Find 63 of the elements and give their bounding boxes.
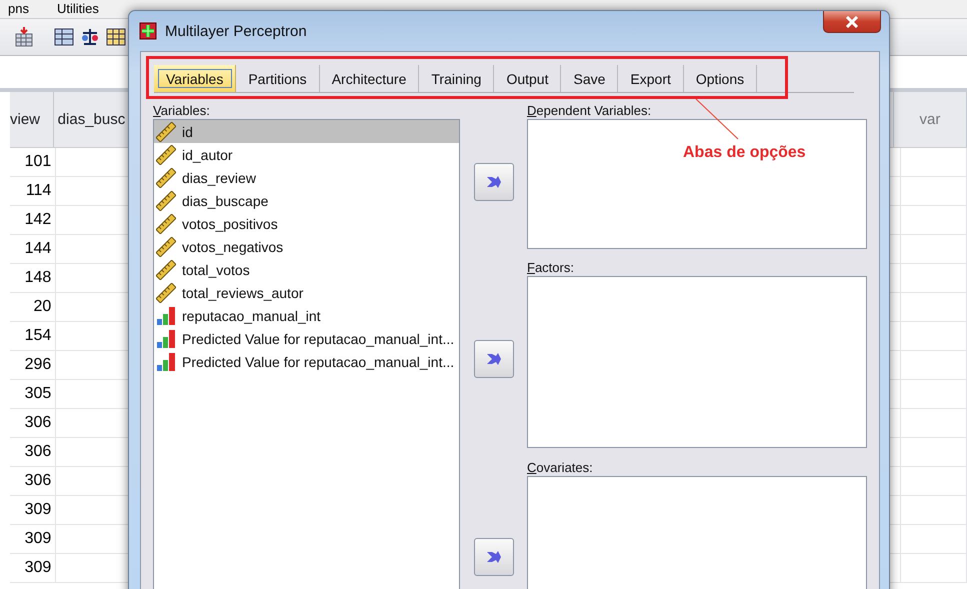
table-cell: 154 <box>10 322 56 350</box>
menu-item[interactable]: Utilities <box>56 0 99 18</box>
variable-item[interactable]: total_reviews_autor <box>154 281 459 304</box>
arrow-icon <box>486 175 502 189</box>
table-cell: 144 <box>10 235 56 263</box>
table-cell: 148 <box>10 264 56 292</box>
table-cell: 114 <box>10 177 56 205</box>
tab[interactable]: Save <box>561 65 618 92</box>
app-icon <box>139 22 157 40</box>
table-cell: 101 <box>10 148 56 176</box>
variable-list[interactable] <box>153 119 460 589</box>
table-cell: 306 <box>10 467 56 495</box>
variable-item[interactable]: dias_review <box>154 166 459 189</box>
tab[interactable]: Variables <box>154 65 236 92</box>
list-label: Covariates: <box>527 460 594 476</box>
annotation-label: Abas de opções <box>683 144 806 162</box>
list-label: Factors: <box>527 260 575 276</box>
variable-item[interactable]: id_autor <box>154 143 459 166</box>
variable-item[interactable]: votos_positivos <box>154 212 459 235</box>
arrow-icon <box>486 352 502 366</box>
tab[interactable]: Export <box>618 65 684 92</box>
table-icon[interactable] <box>54 27 74 47</box>
target-list[interactable] <box>527 119 867 249</box>
table-cell: 305 <box>10 380 56 408</box>
variable-item[interactable]: Predicted Value for reputacao_manual_int... <box>154 350 459 373</box>
variable-item[interactable]: id <box>154 120 459 143</box>
tab[interactable]: Partitions <box>236 65 320 92</box>
scales-icon[interactable] <box>80 27 100 47</box>
variable-item[interactable]: Predicted Value for reputacao_manual_int... <box>154 327 459 350</box>
bar-chart-icon <box>156 328 176 348</box>
variable-item[interactable]: dias_buscape <box>154 189 459 212</box>
leader-line <box>695 98 739 140</box>
bar-chart-icon <box>156 306 176 326</box>
tab[interactable]: Architecture <box>320 65 420 92</box>
move-button[interactable] <box>474 538 514 576</box>
move-button[interactable] <box>474 163 514 201</box>
table-cell: 309 <box>10 525 56 553</box>
list-label: Variables: <box>153 103 211 119</box>
bar-chart-icon <box>156 352 176 372</box>
insert-cases-icon[interactable] <box>14 27 34 47</box>
menu-item[interactable]: pns <box>8 0 29 18</box>
tab[interactable]: Output <box>494 65 562 92</box>
table-cell: 20 <box>10 293 56 321</box>
tab[interactable]: Training <box>419 65 494 92</box>
table-cell: 296 <box>10 351 56 379</box>
variable-item[interactable]: reputacao_manual_int <box>154 304 459 327</box>
table-cell: 142 <box>10 206 56 234</box>
column-header[interactable]: view <box>10 92 54 147</box>
table-cell: 309 <box>10 496 56 524</box>
move-button[interactable] <box>474 340 514 378</box>
variable-item[interactable]: votos_negativos <box>154 235 459 258</box>
ruler-icon <box>156 122 176 142</box>
table-cell: 306 <box>10 438 56 466</box>
arrow-icon <box>486 550 502 564</box>
window-title: Multilayer Perceptron <box>165 22 307 40</box>
table-cell: 309 <box>10 554 56 582</box>
close-icon <box>845 16 859 28</box>
close-button[interactable] <box>823 11 881 33</box>
table-cell: 306 <box>10 409 56 437</box>
grid-icon[interactable] <box>106 27 126 47</box>
variable-item[interactable]: total_votos <box>154 258 459 281</box>
list-label: Dependent Variables: <box>527 103 652 119</box>
tab[interactable]: Options <box>684 65 758 92</box>
